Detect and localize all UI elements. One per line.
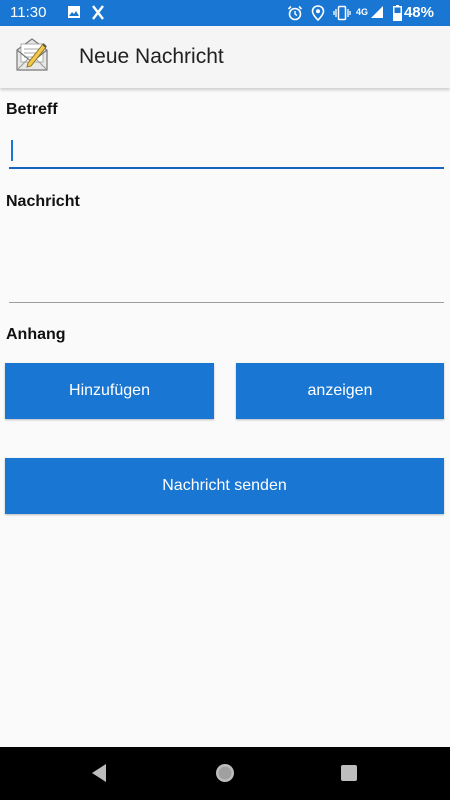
page-title: Neue Nachricht xyxy=(79,45,224,68)
battery-icon xyxy=(393,5,402,21)
subject-label: Betreff xyxy=(6,101,58,118)
message-label: Nachricht xyxy=(6,193,80,210)
app-bar: Neue Nachricht xyxy=(0,26,450,88)
subject-input[interactable] xyxy=(9,137,444,169)
x-app-icon xyxy=(92,5,104,20)
message-input[interactable] xyxy=(9,218,444,303)
status-bar: 11:30 4G 48% xyxy=(0,0,450,26)
add-attachment-button[interactable]: Hinzufügen xyxy=(5,363,214,419)
alarm-icon xyxy=(287,5,303,21)
text-cursor xyxy=(11,140,13,161)
battery-percent: 48% xyxy=(403,4,434,21)
location-icon xyxy=(311,5,325,21)
signal-icon xyxy=(371,6,383,18)
image-icon xyxy=(68,6,80,18)
recents-icon[interactable] xyxy=(340,764,358,782)
attachment-label: Anhang xyxy=(6,326,66,343)
navigation-bar xyxy=(0,747,450,800)
status-time: 11:30 xyxy=(10,4,47,21)
vibrate-icon xyxy=(333,5,351,21)
home-icon[interactable] xyxy=(214,762,236,784)
send-message-button[interactable]: Nachricht senden xyxy=(5,458,444,514)
mail-edit-icon xyxy=(16,38,48,71)
network-type: 4G xyxy=(356,7,369,17)
back-icon[interactable] xyxy=(90,763,108,783)
show-attachment-button[interactable]: anzeigen xyxy=(236,363,444,419)
